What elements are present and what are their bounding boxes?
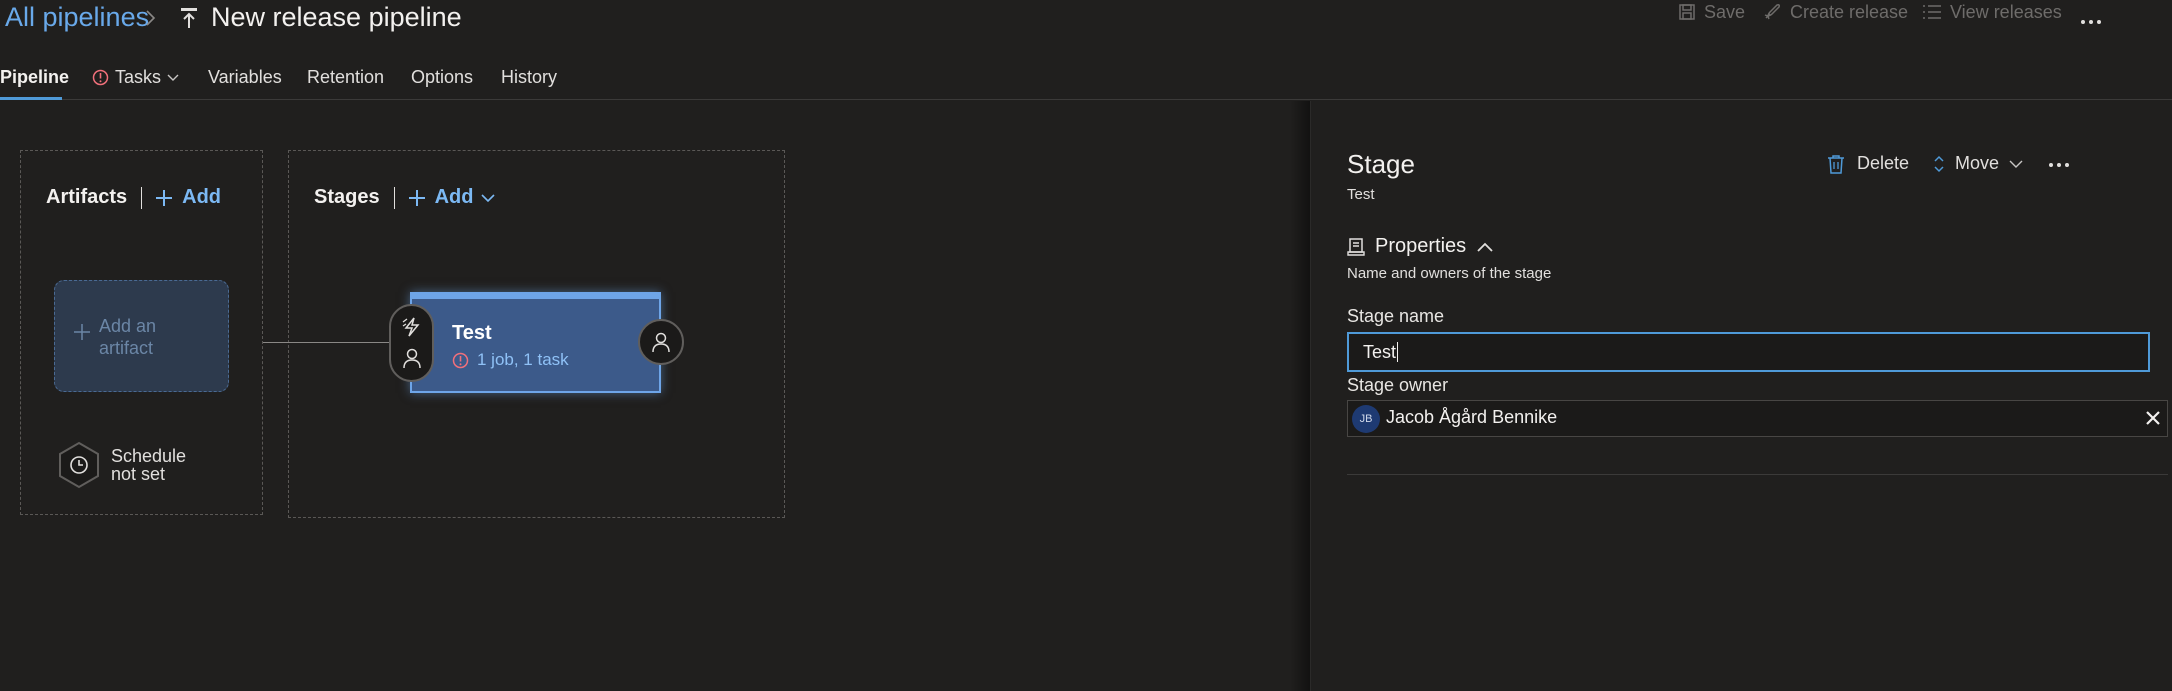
stage-name-value: Test xyxy=(1363,341,1397,362)
lightning-icon xyxy=(401,316,423,338)
breadcrumb-all-pipelines[interactable]: All pipelines xyxy=(5,2,149,33)
save-icon xyxy=(1678,3,1696,21)
connector-line xyxy=(263,342,389,343)
add-stage-button[interactable]: Add xyxy=(407,186,496,209)
divider xyxy=(141,186,143,209)
plus-icon xyxy=(73,323,91,341)
tab-pipeline[interactable]: Pipeline xyxy=(0,65,69,89)
stage-card-accent xyxy=(412,294,659,299)
chevron-down-icon xyxy=(167,72,179,82)
owner-name: Jacob Ågård Bennike xyxy=(1386,407,1558,427)
move-stage-button[interactable]: Move xyxy=(1933,153,2023,174)
stage-name: Test xyxy=(452,322,492,344)
artifacts-header: Artifacts Add xyxy=(46,186,221,209)
stage-owner-label: Stage owner xyxy=(1347,375,1449,395)
error-icon xyxy=(92,69,109,86)
trash-icon xyxy=(1827,154,1845,174)
view-releases-label: View releases xyxy=(1950,1,2062,22)
artifacts-title: Artifacts xyxy=(46,186,128,208)
close-icon[interactable] xyxy=(2144,409,2162,427)
header: All pipelines New release pipeline Save … xyxy=(0,0,2172,40)
rocket-icon xyxy=(1762,2,1782,22)
stage-name-label: Stage name xyxy=(1347,306,1445,326)
add-artifact-button[interactable]: Add xyxy=(154,186,221,209)
save-button[interactable]: Save xyxy=(1678,0,1745,24)
stage-owner-picker[interactable]: JB Jacob Ågård Bennike xyxy=(1347,400,2168,437)
stage-status-text: 1 job, 1 task xyxy=(477,350,569,369)
avatar: JB xyxy=(1352,405,1380,433)
section-divider xyxy=(1347,474,2168,475)
view-releases-button[interactable]: View releases xyxy=(1922,0,2062,24)
chevron-down-icon xyxy=(481,193,496,203)
tab-options-label: Options xyxy=(411,66,474,87)
stage-properties-panel: Stage Test Delete Move Properties Name a… xyxy=(1310,101,2172,691)
add-artifact-label: Add xyxy=(182,186,222,208)
tab-history-label: History xyxy=(501,66,558,87)
more-options-icon[interactable] xyxy=(2079,10,2103,34)
delete-stage-button[interactable]: Delete xyxy=(1827,153,1909,174)
tab-tasks-label: Tasks xyxy=(115,66,162,87)
chevron-down-icon xyxy=(2009,159,2023,169)
add-artifact-text: Add an artifact xyxy=(99,316,157,358)
more-options-icon[interactable] xyxy=(2047,153,2071,177)
text-caret xyxy=(1397,342,1399,362)
properties-icon xyxy=(1347,237,1365,257)
tab-variables-label: Variables xyxy=(208,66,282,87)
tab-tasks[interactable]: Tasks xyxy=(92,65,179,89)
person-icon xyxy=(650,331,672,353)
tab-history[interactable]: History xyxy=(501,65,557,89)
page-title: New release pipeline xyxy=(211,2,462,32)
create-release-label: Create release xyxy=(1790,1,1909,22)
stage-status[interactable]: 1 job, 1 task xyxy=(452,350,569,370)
tab-retention[interactable]: Retention xyxy=(307,65,384,89)
tab-options[interactable]: Options xyxy=(411,65,473,89)
chevron-right-icon xyxy=(144,9,158,27)
delete-label: Delete xyxy=(1857,153,1910,173)
person-icon xyxy=(401,347,423,369)
list-icon xyxy=(1922,3,1942,21)
save-label: Save xyxy=(1704,1,1746,22)
schedule-icon[interactable] xyxy=(57,441,101,489)
stages-title: Stages xyxy=(314,186,380,208)
schedule-label[interactable]: Schedule not set xyxy=(111,447,211,483)
panel-subtitle: Test xyxy=(1347,186,1375,203)
properties-section-toggle[interactable]: Properties xyxy=(1347,235,1494,258)
stage-card-test[interactable]: Test 1 job, 1 task xyxy=(410,292,661,393)
pre-deployment-conditions[interactable] xyxy=(389,304,434,382)
move-label: Move xyxy=(1955,153,2000,173)
add-stage-label: Add xyxy=(434,186,474,208)
release-pipeline-icon xyxy=(178,6,200,30)
divider xyxy=(393,186,395,209)
stage-name-field[interactable]: Test xyxy=(1347,332,2150,372)
panel-shadow xyxy=(1290,101,1310,691)
plus-icon xyxy=(407,188,427,208)
panel-title: Stage xyxy=(1347,149,1415,179)
stages-header: Stages Add xyxy=(314,186,496,209)
active-tab-indicator xyxy=(0,97,62,100)
tab-retention-label: Retention xyxy=(307,66,385,87)
create-release-button[interactable]: Create release xyxy=(1762,0,1908,24)
tab-pipeline-label: Pipeline xyxy=(0,66,70,87)
error-icon xyxy=(452,352,469,369)
plus-icon xyxy=(154,188,174,208)
up-down-arrows-icon xyxy=(1933,154,1945,174)
chevron-up-icon xyxy=(1476,241,1494,253)
tab-bar: Pipeline Tasks Variables Retention Optio… xyxy=(0,55,2172,100)
post-deployment-conditions[interactable] xyxy=(638,319,684,365)
tab-variables[interactable]: Variables xyxy=(208,65,282,89)
properties-description: Name and owners of the stage xyxy=(1347,265,1552,282)
properties-heading: Properties xyxy=(1375,235,1467,257)
add-artifact-card[interactable]: Add an artifact xyxy=(54,280,229,392)
